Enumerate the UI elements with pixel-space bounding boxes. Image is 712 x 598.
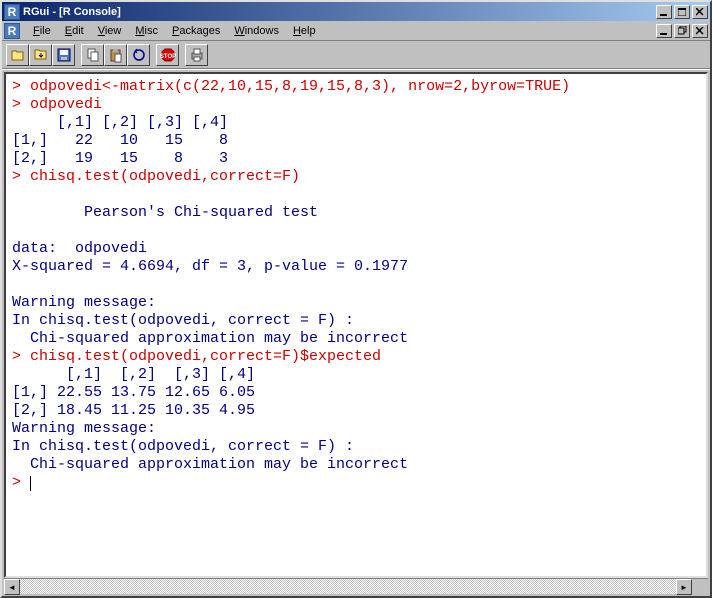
open-button[interactable] [6,44,29,66]
stop-button[interactable]: STOP [156,44,179,66]
horizontal-scrollbar: ◄ ► [4,578,708,594]
mdi-restore-button[interactable] [674,24,690,38]
window-controls [654,5,708,19]
console-output[interactable]: > odpovedi<-matrix(c(22,10,15,8,19,15,8,… [6,74,706,496]
mdi-app-icon[interactable]: R [4,23,20,39]
load-workspace-button[interactable] [29,44,52,66]
copy-paste-button[interactable] [127,44,150,66]
menu-edit[interactable]: Edit [58,23,91,39]
print-button[interactable] [185,44,208,66]
menu-windows[interactable]: Windows [227,23,286,39]
r-console[interactable]: > odpovedi<-matrix(c(22,10,15,8,19,15,8,… [4,72,708,578]
app-icon: R [4,4,20,20]
scroll-left-button[interactable]: ◄ [4,579,20,595]
copy-button[interactable] [81,44,104,66]
scroll-right-button[interactable]: ► [676,579,692,595]
titlebar[interactable]: R RGui - [R Console] [2,2,710,21]
menu-packages[interactable]: Packages [165,23,227,39]
svg-text:STOP: STOP [160,54,176,60]
window-title: RGui - [R Console] [23,6,654,18]
paste-button[interactable] [104,44,127,66]
maximize-button[interactable] [674,5,690,19]
menubar: R File Edit View Misc Packages Windows H… [2,21,710,41]
menu-view[interactable]: View [91,23,129,39]
mdi-minimize-button[interactable] [656,24,672,38]
menu-help[interactable]: Help [286,23,323,39]
minimize-button[interactable] [656,5,672,19]
scroll-corner [692,579,708,595]
mdi-close-button[interactable] [692,24,708,38]
scroll-track[interactable] [20,579,676,594]
menu-misc[interactable]: Misc [128,23,165,39]
menu-file[interactable]: File [26,23,58,39]
mdi-controls [654,24,708,38]
close-button[interactable] [692,5,708,19]
save-button[interactable] [52,44,75,66]
toolbar: STOP [2,41,710,69]
console-area: > odpovedi<-matrix(c(22,10,15,8,19,15,8,… [2,69,710,596]
main-window: R RGui - [R Console] R File Edit View Mi… [0,0,712,598]
